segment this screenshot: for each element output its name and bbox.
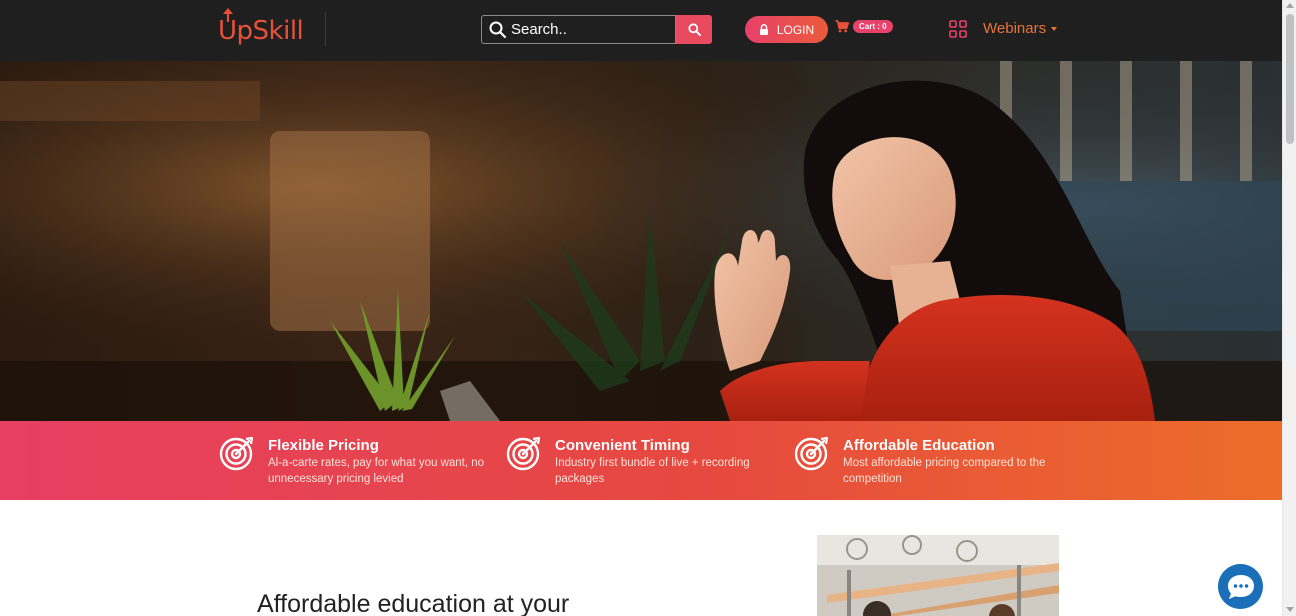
chat-bubble-icon xyxy=(1227,574,1254,599)
feature-description: Al-a-carte rates, pay for what you want,… xyxy=(268,457,485,485)
feature-title: Flexible Pricing xyxy=(268,437,379,454)
scrollbar-thumb[interactable] xyxy=(1286,14,1294,144)
logo-arrow-icon xyxy=(223,8,233,22)
page: UpSkill LOGIN xyxy=(0,0,1282,616)
search-icon xyxy=(489,21,507,38)
lock-icon xyxy=(759,24,768,35)
header: UpSkill LOGIN xyxy=(0,0,1282,61)
cart-link[interactable]: Cart : 0 xyxy=(835,20,893,33)
feature-title: Affordable Education xyxy=(843,437,995,454)
chat-button[interactable] xyxy=(1218,564,1263,609)
logo[interactable]: UpSkill xyxy=(218,8,304,48)
chevron-down-icon xyxy=(1051,26,1058,31)
side-photo xyxy=(817,535,1059,616)
hero-image xyxy=(0,61,1282,421)
hero-photo xyxy=(0,61,1282,421)
scroll-up-arrow-icon[interactable] xyxy=(1286,3,1294,8)
webinars-label: Webinars xyxy=(983,20,1047,37)
target-icon xyxy=(506,436,541,471)
search-input[interactable] xyxy=(511,21,661,38)
search-button-icon xyxy=(687,23,701,36)
search-button[interactable] xyxy=(676,15,712,44)
classroom-photo xyxy=(817,535,1059,616)
grid-icon[interactable] xyxy=(949,20,967,38)
features-band: Flexible Pricing Al-a-carte rates, pay f… xyxy=(0,421,1282,500)
target-icon xyxy=(219,436,254,471)
logo-text: UpSkill xyxy=(218,16,304,46)
section-heading: Affordable education at your xyxy=(257,590,570,616)
webinars-dropdown[interactable]: Webinars xyxy=(983,20,1058,37)
cart-icon xyxy=(835,20,849,33)
cart-badge: Cart : 0 xyxy=(853,20,893,33)
target-icon xyxy=(794,436,829,471)
login-button[interactable]: LOGIN xyxy=(745,16,828,43)
header-divider xyxy=(325,12,326,46)
search-box xyxy=(481,15,676,44)
vertical-scrollbar[interactable] xyxy=(1282,0,1296,616)
login-label: LOGIN xyxy=(776,22,815,37)
feature-title: Convenient Timing xyxy=(555,437,690,454)
scroll-down-arrow-icon[interactable] xyxy=(1286,607,1294,612)
feature-description: Industry first bundle of live + recordin… xyxy=(555,457,750,485)
feature-description: Most affordable pricing compared to the … xyxy=(843,457,1046,485)
